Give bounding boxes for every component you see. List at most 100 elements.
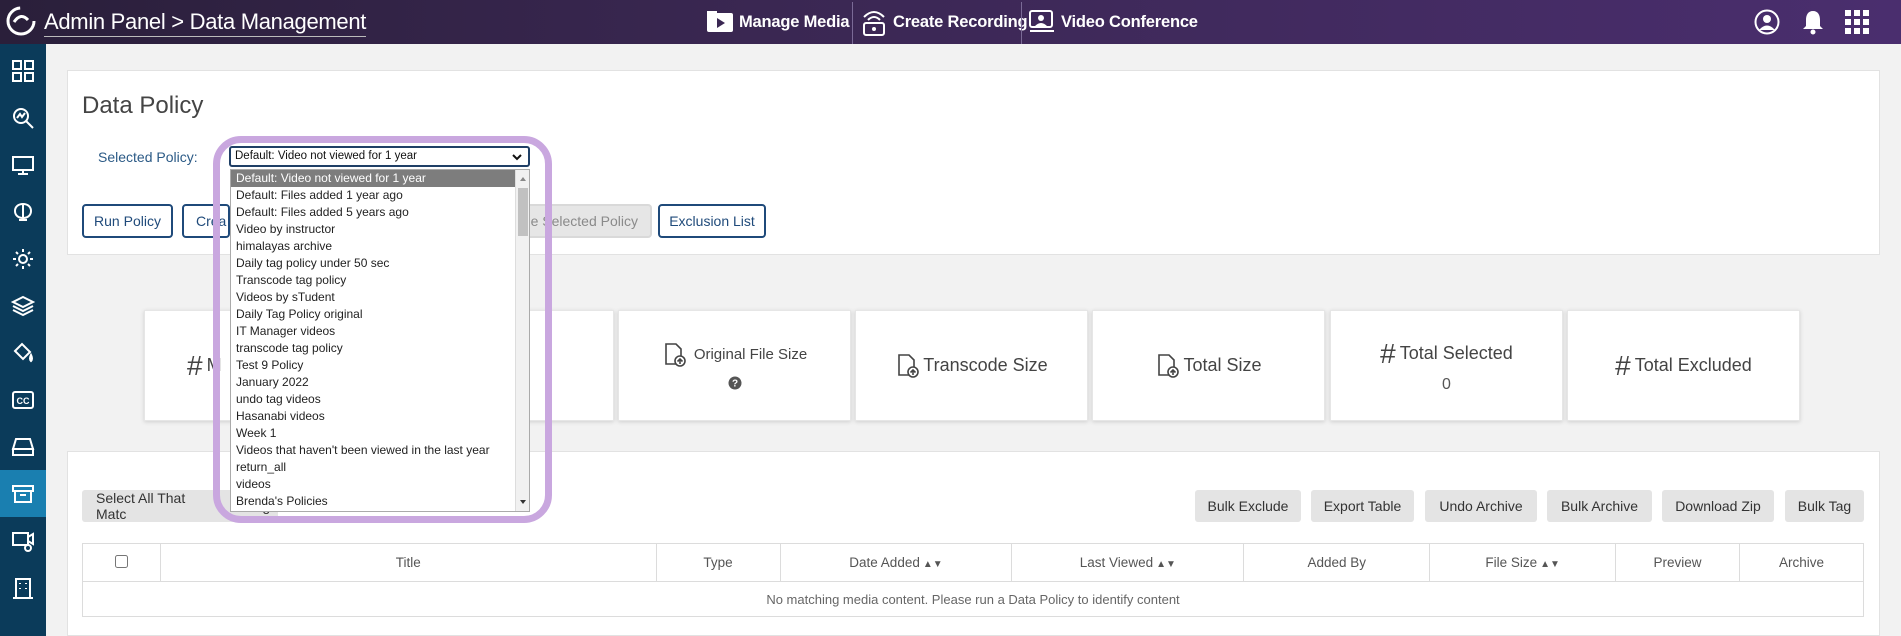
- top-bar: Admin Panel > Data Management Manage Med…: [0, 0, 1901, 44]
- column-file-size[interactable]: File Size ▲▼: [1429, 543, 1617, 582]
- original-file-size-label: Original File Size: [693, 346, 808, 363]
- column-added-by[interactable]: Added By: [1243, 543, 1431, 582]
- policy-option[interactable]: Brenda's Policies: [231, 493, 529, 510]
- sidebar-item-storage[interactable]: [0, 423, 46, 470]
- sidebar-item-monitor[interactable]: [0, 141, 46, 188]
- policy-option[interactable]: Videos that haven't been viewed in the l…: [231, 442, 529, 459]
- user-icon[interactable]: [1754, 9, 1780, 35]
- scroll-down-icon[interactable]: [516, 495, 530, 509]
- settings-icon: [13, 248, 33, 269]
- scrollbar-thumb[interactable]: [518, 188, 528, 236]
- media-icon: [707, 11, 733, 32]
- policy-option[interactable]: Daily Tag Policy original: [231, 306, 529, 323]
- help-icon[interactable]: ?: [728, 376, 742, 390]
- undo-archive-button[interactable]: Undo Archive: [1425, 490, 1537, 522]
- building-icon: [13, 577, 33, 599]
- nav-create-recording-label: Create Recording: [893, 12, 1028, 31]
- nav-create-recording[interactable]: Create Recording: [860, 0, 1028, 44]
- sidebar-item-organization[interactable]: [0, 564, 46, 611]
- apps-grid-icon[interactable]: [1844, 9, 1870, 35]
- sidebar-item-analytics[interactable]: [0, 94, 46, 141]
- sidebar-item-settings[interactable]: [0, 235, 46, 282]
- policy-option[interactable]: videos: [231, 476, 529, 493]
- storage-drive-icon: [11, 437, 35, 456]
- breadcrumb[interactable]: Admin Panel > Data Management: [44, 9, 366, 37]
- column-title[interactable]: Title: [159, 543, 657, 582]
- policy-option[interactable]: Week 1: [231, 425, 529, 442]
- svg-text:CC: CC: [17, 396, 30, 406]
- download-zip-button[interactable]: Download Zip: [1662, 490, 1774, 522]
- hash-icon: #: [1380, 337, 1396, 369]
- select-all-checkbox-cell: [82, 543, 161, 582]
- transcode-size-label: Transcode Size: [923, 355, 1048, 375]
- policy-option[interactable]: IT Manager videos: [231, 323, 529, 340]
- select-all-checkbox[interactable]: [114, 554, 128, 568]
- column-date-added[interactable]: Date Added ▲▼: [779, 543, 1013, 582]
- policy-option[interactable]: Test 9 Policy: [231, 357, 529, 374]
- policy-option[interactable]: Default: Files added 1 year ago: [231, 187, 529, 204]
- nav-video-conference-label: Video Conference: [1061, 12, 1198, 31]
- sidebar-item-ai[interactable]: [0, 188, 46, 235]
- policy-option[interactable]: Default: Files added 5 years ago: [231, 204, 529, 221]
- bulk-exclude-button[interactable]: Bulk Exclude: [1195, 490, 1301, 522]
- bell-icon[interactable]: [1800, 9, 1826, 35]
- total-selected-label: Total Selected: [1399, 343, 1513, 363]
- layers-icon: [11, 295, 35, 316]
- nav-manage-media[interactable]: Manage Media: [706, 0, 850, 44]
- table-row: No matching media content. Please run a …: [82, 581, 1864, 617]
- sidebar-item-branding[interactable]: [0, 329, 46, 376]
- sidebar-item-captions[interactable]: CC: [0, 376, 46, 423]
- column-last-viewed-label: Last Viewed: [1079, 555, 1154, 570]
- run-policy-button[interactable]: Run Policy: [82, 204, 173, 238]
- scroll-up-icon[interactable]: [516, 172, 530, 186]
- dropdown-scrollbar[interactable]: [515, 170, 529, 511]
- exclusion-list-button[interactable]: Exclusion List: [658, 204, 766, 238]
- selected-policy-label: Selected Policy:: [98, 149, 198, 165]
- conference-icon: [1029, 10, 1054, 32]
- sort-icon: ▲▼: [1156, 559, 1176, 570]
- policy-option[interactable]: undo tag videos: [231, 391, 529, 408]
- closed-captions-icon: CC: [12, 390, 34, 409]
- file-upload-icon: [1158, 353, 1180, 378]
- nav-manage-media-label: Manage Media: [739, 12, 850, 31]
- policy-option[interactable]: Video by instructor: [231, 221, 529, 238]
- column-type[interactable]: Type: [655, 543, 781, 582]
- column-file-size-label: File Size: [1485, 555, 1538, 570]
- export-table-button[interactable]: Export Table: [1311, 490, 1414, 522]
- total-selected-value: 0: [1442, 375, 1451, 393]
- policy-option[interactable]: Videos by sTudent: [231, 289, 529, 306]
- stat-total-selected: # Total Selected 0: [1330, 310, 1563, 421]
- column-archive[interactable]: Archive: [1739, 543, 1864, 582]
- policy-option[interactable]: January 2022: [231, 374, 529, 391]
- search-analytics-icon: [13, 107, 34, 129]
- policy-option[interactable]: Default: Video not viewed for 1 year: [231, 170, 529, 187]
- sidebar-item-data-management[interactable]: [0, 470, 46, 517]
- total-excluded-label: Total Excluded: [1634, 355, 1752, 375]
- sidebar-item-video-settings[interactable]: [0, 517, 46, 564]
- archive-icon: [12, 484, 34, 503]
- sort-icon: ▲▼: [922, 559, 943, 570]
- file-upload-icon: [665, 342, 686, 367]
- policy-dropdown-list[interactable]: Default: Video not viewed for 1 year Defa…: [230, 169, 530, 512]
- stat-original-file-size: Original File Size ?: [618, 310, 851, 421]
- sidebar-item-dashboard[interactable]: [0, 47, 46, 94]
- policy-option[interactable]: Transcode tag policy: [231, 272, 529, 289]
- hash-icon: #: [1615, 349, 1631, 381]
- policy-option[interactable]: himalayas archive: [231, 238, 529, 255]
- policy-option[interactable]: return_all: [231, 459, 529, 476]
- bulk-archive-button[interactable]: Bulk Archive: [1547, 490, 1652, 522]
- column-last-viewed[interactable]: Last Viewed ▲▼: [1011, 543, 1245, 582]
- app-logo-icon[interactable]: [4, 4, 38, 38]
- policy-option[interactable]: Hasanabi videos: [231, 408, 529, 425]
- policy-option[interactable]: Daily tag policy under 50 sec: [231, 255, 529, 272]
- monitor-icon: [12, 155, 34, 175]
- sidebar-item-layers[interactable]: [0, 282, 46, 329]
- page-title: Data Policy: [82, 92, 204, 119]
- video-settings-icon: [12, 531, 34, 552]
- table-header-row: Title Type Date Added ▲▼ Last Viewed ▲▼ Ad…: [82, 543, 1864, 582]
- media-table: Title Type Date Added ▲▼ Last Viewed ▲▼ Ad…: [82, 543, 1864, 617]
- nav-video-conference[interactable]: Video Conference: [1028, 0, 1198, 44]
- column-preview[interactable]: Preview: [1615, 543, 1740, 582]
- policy-option[interactable]: transcode tag policy: [231, 340, 529, 357]
- bulk-tag-button[interactable]: Bulk Tag: [1785, 490, 1864, 522]
